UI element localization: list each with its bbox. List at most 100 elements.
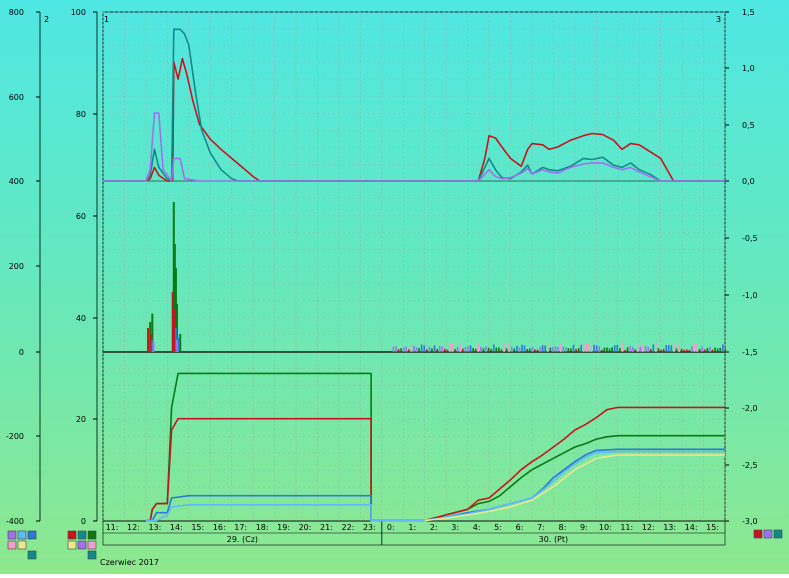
bar-noise	[606, 347, 608, 352]
bar-noise	[541, 345, 544, 352]
bar-noise	[426, 349, 428, 352]
x-tick-label: 19:	[277, 523, 290, 532]
bar-noise	[575, 349, 577, 352]
bar-noise	[418, 348, 420, 352]
axis-left-outer-label: -200	[6, 432, 24, 441]
x-tick-label: 7:	[537, 523, 545, 532]
axis-right-label: -3,0	[742, 517, 758, 526]
chart-window: 800 600 400 200 0 -200 -400 2 100 80 60 40 20 0 1 1,5 1,…	[0, 0, 789, 574]
bar-noise	[588, 343, 590, 352]
legend-swatch-blue	[27, 530, 37, 540]
x-tick-label: 11:	[620, 523, 633, 532]
bar-noise	[698, 348, 701, 352]
legend-swatch-pink	[7, 540, 17, 550]
legend-swatch-violet	[763, 529, 773, 539]
x-tick-label: 13:	[663, 523, 676, 532]
x-tick-label: 22:	[341, 523, 354, 532]
legend-swatch-violet	[77, 540, 87, 550]
bar-noise	[678, 344, 680, 352]
bar-noise	[642, 343, 644, 352]
bar-noise	[539, 347, 541, 352]
cumulative-line-light_blue	[145, 450, 725, 522]
bar-noise	[534, 349, 536, 352]
bar-noise	[703, 349, 706, 352]
x-tick-label: 10:	[599, 523, 612, 532]
legend-swatch-light_blue	[17, 530, 27, 540]
x-tick-label: 4:	[473, 523, 481, 532]
bar-noise	[716, 348, 719, 352]
bar-noise	[719, 347, 722, 352]
day-label: 30. (Pt)	[539, 535, 568, 544]
bar-noise	[567, 348, 570, 352]
bar-noise	[521, 344, 523, 352]
bar-noise	[629, 345, 631, 352]
bar-noise	[482, 348, 485, 352]
bar-noise	[598, 346, 601, 352]
bar-noise	[696, 344, 698, 352]
bar-noise	[714, 347, 716, 352]
axis-left-inner-label: 100	[71, 8, 86, 17]
bar-noise	[624, 349, 626, 352]
bar-noise	[498, 347, 500, 352]
bar-noise	[438, 346, 441, 352]
bar-noise	[709, 346, 711, 352]
x-tick-label: 8:	[559, 523, 567, 532]
bar-noise	[500, 349, 503, 352]
bar-noise	[467, 346, 469, 352]
legend-swatch-teal	[773, 529, 783, 539]
bar-noise	[554, 346, 557, 352]
bar-noise	[680, 348, 683, 352]
x-tick-label: 1:	[408, 523, 416, 532]
bar-noise	[675, 348, 678, 352]
bar-noise	[688, 349, 691, 352]
bar-noise	[662, 348, 665, 352]
bar-noise	[670, 345, 673, 352]
bar-noise	[652, 344, 655, 352]
bar-noise	[490, 348, 492, 352]
x-tick-label: 6:	[516, 523, 524, 532]
bar-noise	[619, 348, 621, 352]
bar-noise	[701, 346, 704, 352]
bar-noise	[546, 343, 549, 352]
bar-dark_green	[179, 334, 182, 352]
bar-noise	[454, 349, 456, 352]
bar-noise	[516, 345, 518, 352]
legend-swatch-teal	[87, 550, 97, 560]
bar-noise	[559, 344, 562, 352]
bar-noise	[526, 349, 528, 352]
series-line-red	[103, 57, 725, 182]
bar-noise	[644, 345, 647, 352]
series-line-violet	[103, 112, 725, 182]
bar-noise	[590, 343, 593, 352]
cumulative-line-blue	[145, 448, 725, 522]
legend-swatch-dark_green	[87, 530, 97, 540]
day-label: 29. (Cz)	[227, 535, 258, 544]
bar-noise	[510, 346, 513, 352]
axis-right-label: -2,0	[742, 404, 758, 413]
bar-noise	[444, 348, 446, 352]
x-tick-label: 0:	[387, 523, 395, 532]
bar-noise	[691, 346, 693, 352]
bar-noise	[667, 345, 670, 352]
bar-noise	[564, 346, 567, 352]
legend-swatch-yellow	[67, 540, 77, 550]
legend-swatch-teal	[27, 550, 37, 560]
bar-noise	[413, 345, 415, 352]
legend-swatch-red	[753, 529, 763, 539]
bar-noise	[655, 343, 657, 352]
bar-noise	[523, 345, 526, 352]
bar-noise	[433, 345, 436, 352]
bar-noise	[495, 347, 498, 352]
bar-noise	[503, 343, 505, 352]
bar-noise	[570, 348, 572, 352]
axis-left-inner-label: 40	[76, 314, 86, 323]
x-tick-label: 18:	[256, 523, 269, 532]
bar-noise	[423, 345, 426, 352]
axis-left-outer-label: 0	[19, 348, 24, 357]
bar-noise	[459, 343, 462, 352]
bar-noise	[464, 347, 467, 352]
series-line-teal	[103, 28, 725, 182]
cumulative-line-red	[145, 406, 725, 522]
bar-violet	[152, 342, 155, 352]
bar-noise	[593, 344, 595, 352]
